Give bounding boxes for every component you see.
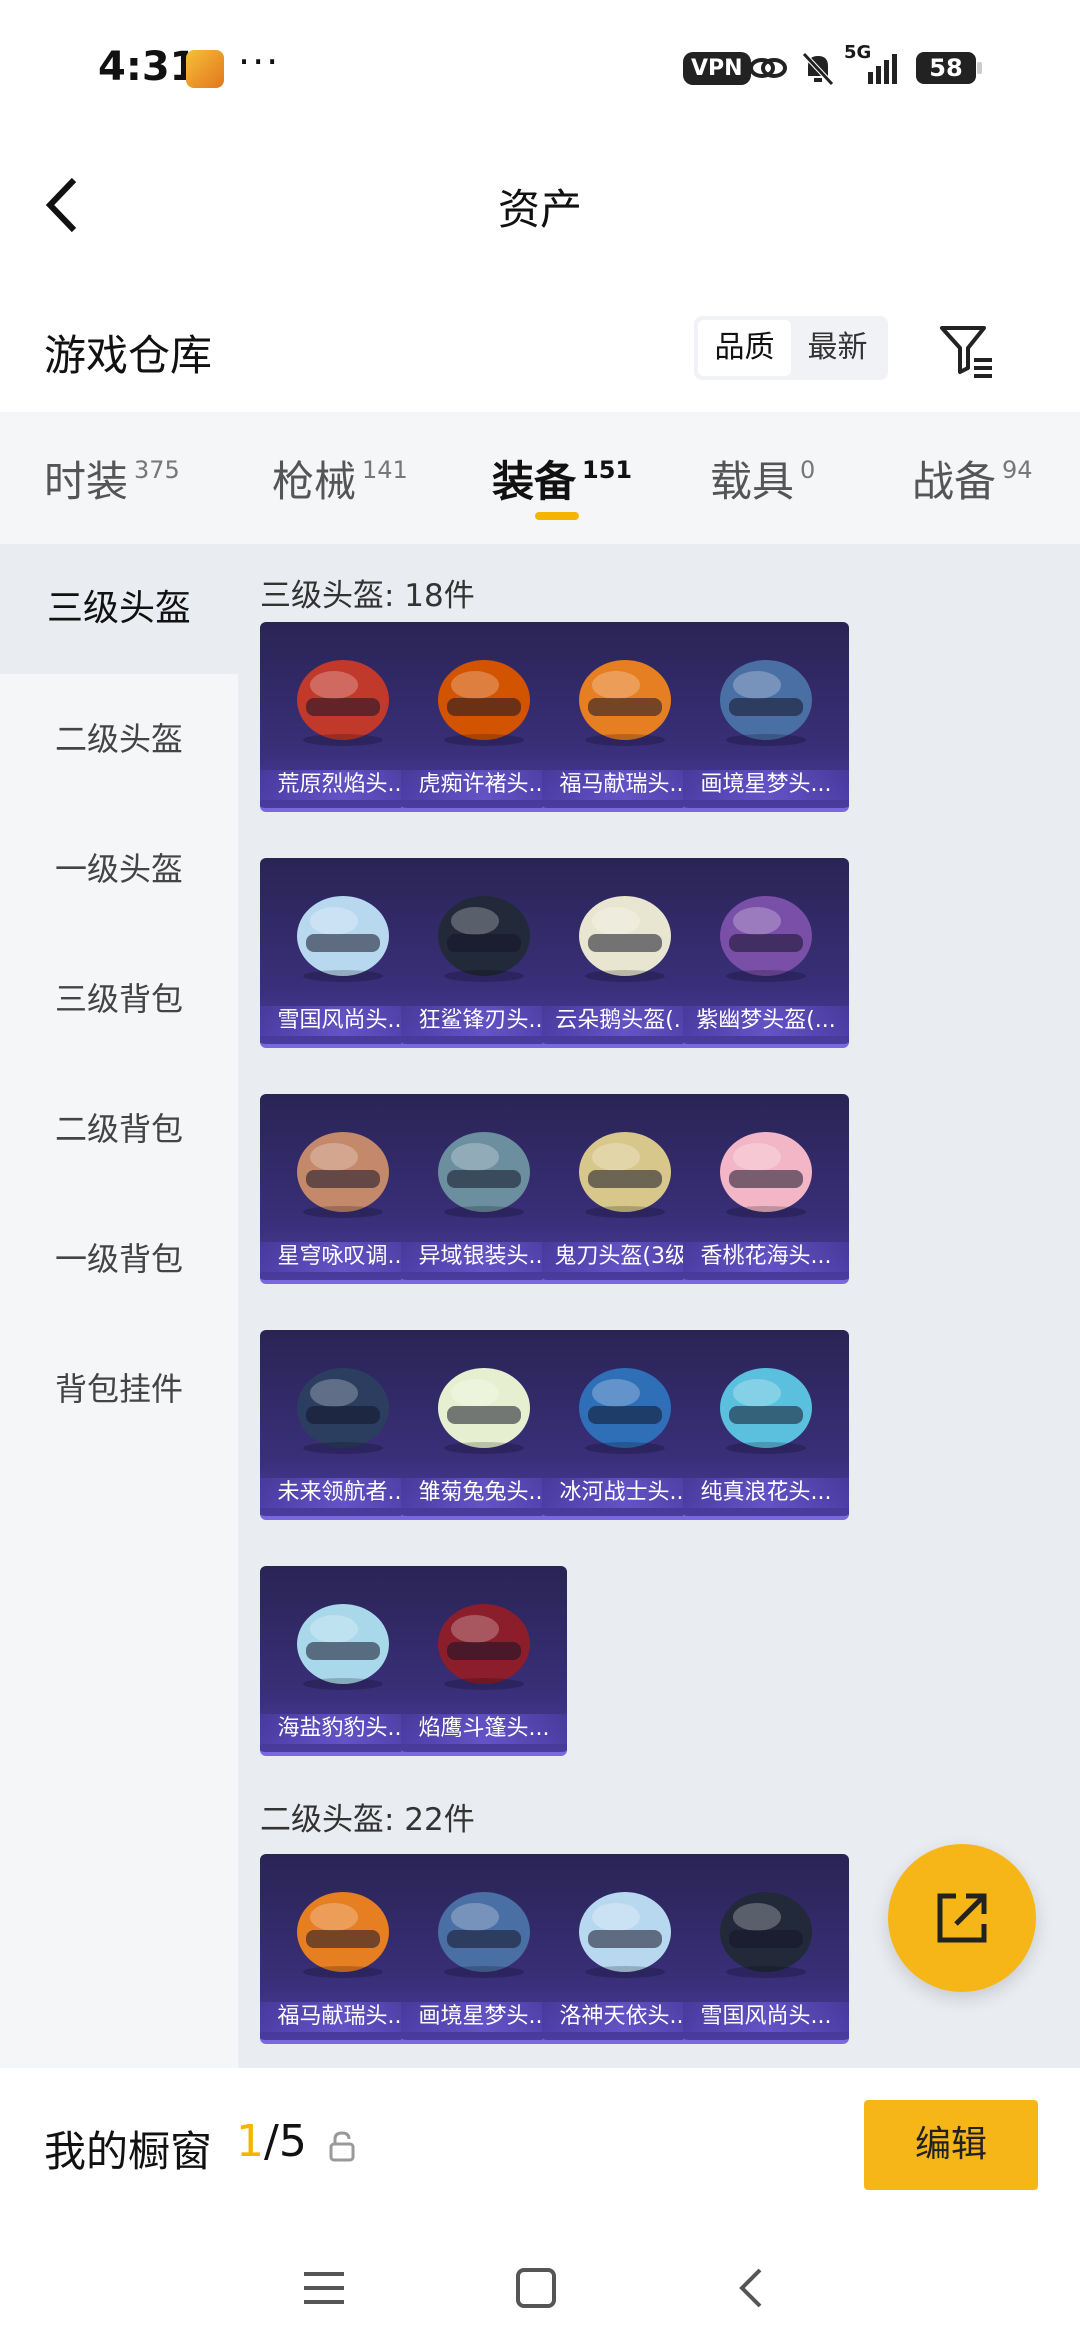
tab-count: 375 — [134, 456, 180, 484]
tab-fashion[interactable]: 时装 375 — [44, 448, 180, 509]
helmet-icon — [438, 1892, 530, 1978]
item-name: 紫幽梦头盔(... — [683, 1006, 849, 1036]
sidebar-item-backpack-charm[interactable]: 背包挂件 — [0, 1324, 238, 1454]
mute-bell-icon — [802, 52, 834, 86]
tab-label: 枪械 — [272, 457, 357, 506]
sort-toggle: 品质 最新 — [694, 316, 888, 380]
tab-count: 141 — [362, 456, 408, 484]
warehouse-header: 游戏仓库 品质 最新 — [0, 300, 1080, 400]
sidebar-item-level2-backpack[interactable]: 二级背包 — [0, 1064, 238, 1194]
showcase-label: 我的橱窗 — [44, 2127, 213, 2176]
helmet-icon — [579, 896, 671, 982]
page-title: 资产 — [497, 185, 582, 234]
warehouse-title: 游戏仓库 — [44, 331, 213, 380]
tab-vehicles[interactable]: 载具 0 — [710, 448, 815, 509]
tab-count: 94 — [1002, 456, 1033, 484]
item-name: 雪国风尚头... — [683, 2002, 849, 2032]
sort-by-quality[interactable]: 品质 — [698, 320, 791, 376]
item-name: 画境星梦头... — [683, 770, 849, 800]
tab-count: 151 — [582, 456, 633, 484]
sidebar-item-level3-backpack[interactable]: 三级背包 — [0, 934, 238, 1064]
status-bar: 4:31 ··· VPN 5G 58 — [0, 0, 1080, 140]
nav-back-icon[interactable] — [722, 2258, 782, 2318]
helmet-icon — [720, 1132, 812, 1218]
home-icon[interactable] — [506, 2258, 566, 2318]
helmet-icon — [720, 1892, 812, 1978]
showcase-count: 1/5 — [236, 2116, 307, 2167]
battery-icon: 58 — [916, 52, 982, 84]
more-notifications-icon: ··· — [238, 40, 281, 84]
tab-label: 时装 — [44, 457, 129, 506]
helmet-icon — [438, 1132, 530, 1218]
tab-label: 战备 — [912, 457, 997, 506]
tab-label: 载具 — [710, 457, 795, 506]
status-time: 4:31 — [98, 44, 198, 90]
edit-button[interactable]: 编辑 — [864, 2100, 1038, 2190]
item-grid: 三级头盔: 18件 二级头盔: 22件 荒原烈焰头... 虎痴许褚头... 福马献瑞… — [238, 544, 1080, 2068]
sidebar-item-level3-helmet[interactable]: 三级头盔 — [0, 544, 238, 674]
item-card[interactable]: 香桃花海头... — [683, 1094, 849, 1284]
helmet-icon — [438, 1604, 530, 1690]
helmet-icon — [720, 1368, 812, 1454]
signal-icon: 5G — [844, 42, 904, 88]
helmet-icon — [297, 1132, 389, 1218]
category-tabs: 时装 375 枪械 141 装备 151 载具 0 战备 94 — [0, 412, 1080, 544]
showcase-count-current: 1 — [236, 2116, 264, 2167]
sidebar: 三级头盔 二级头盔 一级头盔 三级背包 二级背包 一级背包 背包挂件 — [0, 544, 238, 2068]
helmet-icon — [438, 896, 530, 982]
item-card[interactable]: 紫幽梦头盔(... — [683, 858, 849, 1048]
filter-icon[interactable] — [938, 320, 994, 380]
body-area: 三级头盔 二级头盔 一级头盔 三级背包 二级背包 一级背包 背包挂件 三级头盔:… — [0, 544, 1080, 2068]
helmet-icon — [297, 896, 389, 982]
helmet-icon — [438, 1368, 530, 1454]
helmet-icon — [297, 1368, 389, 1454]
item-name: 香桃花海头... — [683, 1242, 849, 1272]
helmet-icon — [579, 1368, 671, 1454]
section-title: 三级头盔: 18件 — [260, 578, 475, 614]
link-icon — [749, 58, 787, 78]
tab-firearms[interactable]: 枪械 141 — [272, 448, 408, 509]
helmet-icon — [720, 896, 812, 982]
helmet-icon — [579, 1132, 671, 1218]
tab-equipment[interactable]: 装备 151 — [492, 448, 632, 509]
helmet-icon — [579, 660, 671, 746]
system-nav-bar — [0, 2228, 1080, 2347]
active-tab-indicator — [535, 512, 579, 520]
item-card[interactable]: 焰鹰斗篷头... — [401, 1566, 567, 1756]
helmet-icon — [438, 660, 530, 746]
sidebar-item-level2-helmet[interactable]: 二级头盔 — [0, 674, 238, 804]
share-icon — [937, 1893, 987, 1943]
showcase-count-total: /5 — [264, 2116, 307, 2167]
showcase-bar: 我的橱窗 1/5 编辑 — [0, 2068, 1080, 2228]
sidebar-item-level1-backpack[interactable]: 一级背包 — [0, 1194, 238, 1324]
helmet-icon — [297, 1604, 389, 1690]
vpn-icon: VPN — [683, 52, 751, 85]
item-card[interactable]: 纯真浪花头... — [683, 1330, 849, 1520]
item-name: 纯真浪花头... — [683, 1478, 849, 1508]
menu-icon[interactable] — [294, 2258, 354, 2318]
helmet-icon — [297, 660, 389, 746]
helmet-icon — [297, 1892, 389, 1978]
sort-by-latest[interactable]: 最新 — [791, 320, 884, 376]
sidebar-item-level1-helmet[interactable]: 一级头盔 — [0, 804, 238, 934]
share-button[interactable] — [888, 1844, 1036, 1992]
app-header: 资产 — [0, 140, 1080, 270]
section-title: 二级头盔: 22件 — [260, 1802, 475, 1838]
tab-combat-gear[interactable]: 战备 94 — [912, 448, 1033, 509]
helmet-icon — [720, 660, 812, 746]
tab-count: 0 — [800, 456, 816, 484]
item-card[interactable]: 画境星梦头... — [683, 622, 849, 812]
item-name: 焰鹰斗篷头... — [401, 1714, 567, 1744]
lock-icon — [329, 2131, 355, 2162]
tab-label: 装备 — [492, 457, 577, 506]
helmet-icon — [579, 1892, 671, 1978]
item-card[interactable]: 雪国风尚头... — [683, 1854, 849, 2044]
app-notification-icon — [186, 50, 224, 88]
